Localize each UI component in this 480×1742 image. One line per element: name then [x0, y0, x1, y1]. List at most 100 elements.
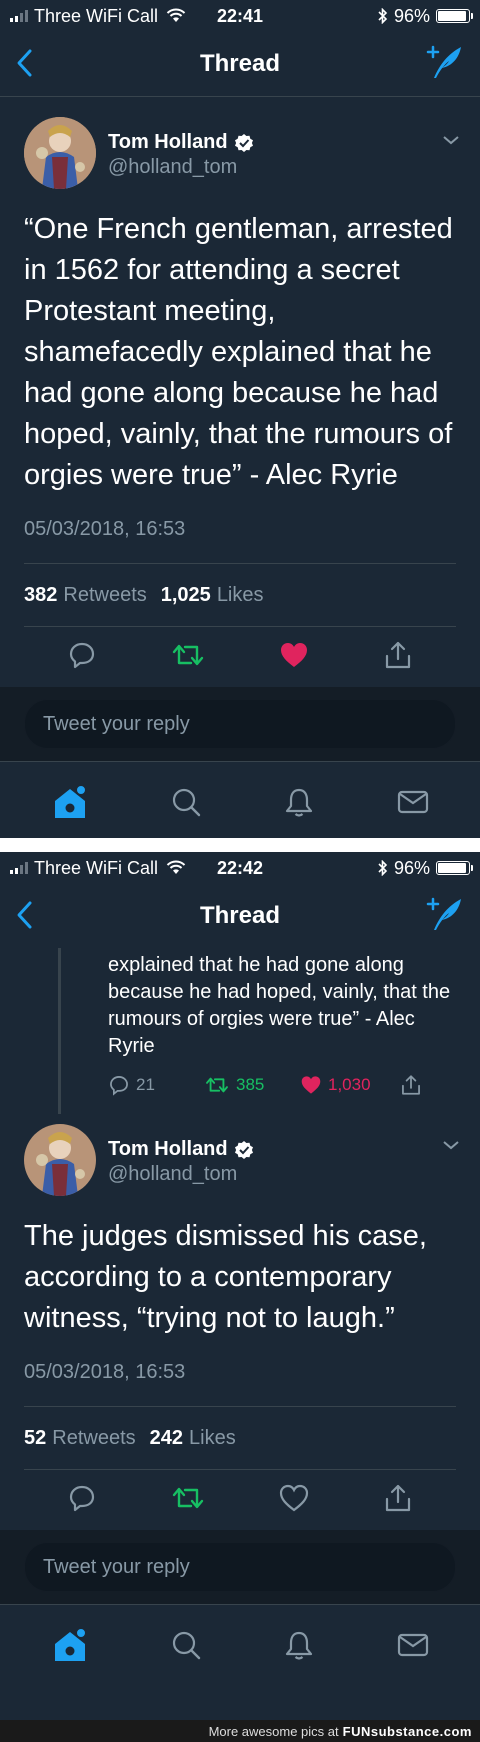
chevron-down-icon[interactable] — [442, 1138, 460, 1156]
status-bar: Three WiFi Call 22:42 96% — [0, 852, 480, 884]
heart-icon — [301, 1076, 321, 1094]
wifi-icon — [166, 860, 186, 876]
battery-icon — [436, 861, 473, 875]
parent-tweet-excerpt: explained that he had gone along because… — [108, 954, 451, 1057]
parent-retweet-action[interactable]: 385 — [204, 1075, 300, 1095]
footer-brand[interactable]: FUNsubstance.com — [343, 1724, 472, 1739]
bluetooth-icon — [378, 8, 388, 24]
retweet-icon[interactable] — [171, 641, 205, 674]
tweet-actions — [0, 1470, 480, 1530]
parent-like-action[interactable]: 1,030 — [300, 1075, 400, 1095]
watermark-footer: More awesome pics at FUNsubstance.com — [0, 1720, 480, 1742]
parent-retweets-count: 385 — [236, 1075, 265, 1094]
search-icon[interactable] — [170, 1629, 202, 1666]
chevron-down-icon[interactable] — [442, 133, 460, 151]
messages-icon[interactable] — [396, 788, 430, 821]
retweet-icon — [206, 1077, 228, 1093]
tweet-timestamp: 05/03/2018, 16:53 — [24, 1361, 186, 1383]
tweet-text: “One French gentleman, arrested in 1562 … — [24, 213, 453, 491]
author-name-row[interactable]: Tom Holland — [108, 1138, 254, 1161]
screenshot-2: Three WiFi Call 22:42 96% Thread explain… — [0, 852, 480, 1720]
likes-count[interactable]: 242 — [150, 1427, 183, 1450]
tweet-header: Tom Holland @holland_tom — [0, 97, 480, 189]
likes-label[interactable]: Likes — [217, 584, 264, 607]
nav-bar: Thread — [0, 884, 480, 948]
tab-bar — [0, 1604, 480, 1689]
engagement-counts: 52 Retweets 242 Likes — [0, 1407, 480, 1469]
home-icon[interactable] — [51, 1626, 89, 1668]
nav-bar: Thread — [0, 32, 480, 97]
tab-bar — [0, 761, 480, 838]
share-icon[interactable] — [383, 1483, 413, 1518]
clock: 22:41 — [216, 5, 264, 26]
wifi-icon — [166, 8, 186, 24]
retweet-icon[interactable] — [171, 1484, 205, 1517]
avatar[interactable] — [24, 117, 96, 189]
reply-bar: Tweet your reply — [0, 1530, 480, 1604]
battery-level — [438, 11, 466, 21]
back-arrow-icon[interactable] — [14, 898, 36, 937]
share-icon[interactable] — [383, 640, 413, 675]
share-icon — [402, 1075, 420, 1095]
battery-level — [438, 863, 466, 873]
reply-input[interactable]: Tweet your reply — [24, 699, 456, 749]
tweet-actions — [0, 627, 480, 687]
home-icon[interactable] — [51, 783, 89, 825]
heart-icon[interactable] — [279, 641, 309, 674]
retweets-count[interactable]: 52 — [24, 1427, 46, 1450]
reply-input[interactable]: Tweet your reply — [24, 1542, 456, 1592]
author-handle[interactable]: @holland_tom — [108, 156, 254, 179]
compose-tweet-icon[interactable] — [426, 44, 464, 85]
tweet-text: The judges dismissed his case, according… — [24, 1220, 427, 1334]
parent-replies-count: 21 — [136, 1075, 155, 1094]
retweets-count[interactable]: 382 — [24, 584, 57, 607]
page-title: Thread — [199, 902, 280, 929]
parent-reply-action[interactable]: 21 — [108, 1074, 204, 1096]
parent-share-action[interactable] — [400, 1074, 422, 1096]
parent-likes-count: 1,030 — [328, 1075, 371, 1094]
signal-icon — [10, 10, 28, 22]
compose-tweet-icon[interactable] — [426, 896, 464, 937]
avatar[interactable] — [24, 1124, 96, 1196]
reply-icon[interactable] — [67, 1483, 97, 1518]
notifications-icon[interactable] — [283, 1629, 315, 1666]
reply-icon[interactable] — [67, 640, 97, 675]
author-name[interactable]: Tom Holland — [108, 131, 228, 154]
back-arrow-icon[interactable] — [14, 46, 36, 85]
carrier-label: Three WiFi Call — [34, 857, 159, 878]
notifications-icon[interactable] — [283, 786, 315, 823]
status-bar: Three WiFi Call 22:41 96% — [0, 0, 480, 32]
author-name-row[interactable]: Tom Holland — [108, 131, 254, 154]
author-handle[interactable]: @holland_tom — [108, 1163, 254, 1186]
battery-percent: 96% — [393, 857, 430, 878]
author-name[interactable]: Tom Holland — [108, 1138, 228, 1161]
carrier-label: Three WiFi Call — [34, 5, 159, 26]
battery-percent: 96% — [393, 5, 430, 26]
battery-icon — [436, 9, 473, 23]
retweets-label[interactable]: Retweets — [63, 584, 146, 607]
page-title: Thread — [199, 50, 280, 77]
thread-connector — [58, 948, 61, 1114]
reply-placeholder: Tweet your reply — [43, 712, 190, 735]
messages-icon[interactable] — [396, 1631, 430, 1664]
heart-icon[interactable] — [279, 1484, 309, 1517]
verified-badge-icon — [234, 1140, 254, 1160]
verified-badge-icon — [234, 133, 254, 153]
tweet-timestamp: 05/03/2018, 16:53 — [24, 518, 186, 540]
screenshot-1: Three WiFi Call 22:41 96% Thread Tom Hol… — [0, 0, 480, 838]
engagement-counts: 382 Retweets 1,025 Likes — [0, 564, 480, 626]
reply-placeholder: Tweet your reply — [43, 1555, 190, 1578]
retweets-label[interactable]: Retweets — [52, 1427, 135, 1450]
reply-bar: Tweet your reply — [0, 687, 480, 761]
parent-tweet-actions: 21 385 1,030 — [0, 1060, 480, 1110]
likes-label[interactable]: Likes — [189, 1427, 236, 1450]
bluetooth-icon — [378, 860, 388, 876]
separator — [0, 838, 480, 852]
tweet-header: Tom Holland @holland_tom — [0, 1110, 480, 1196]
clock: 22:42 — [216, 857, 264, 878]
likes-count[interactable]: 1,025 — [161, 584, 211, 607]
footer-text: More awesome pics at — [208, 1723, 339, 1739]
search-icon[interactable] — [170, 786, 202, 823]
signal-icon — [10, 862, 28, 874]
reply-icon — [110, 1076, 128, 1096]
